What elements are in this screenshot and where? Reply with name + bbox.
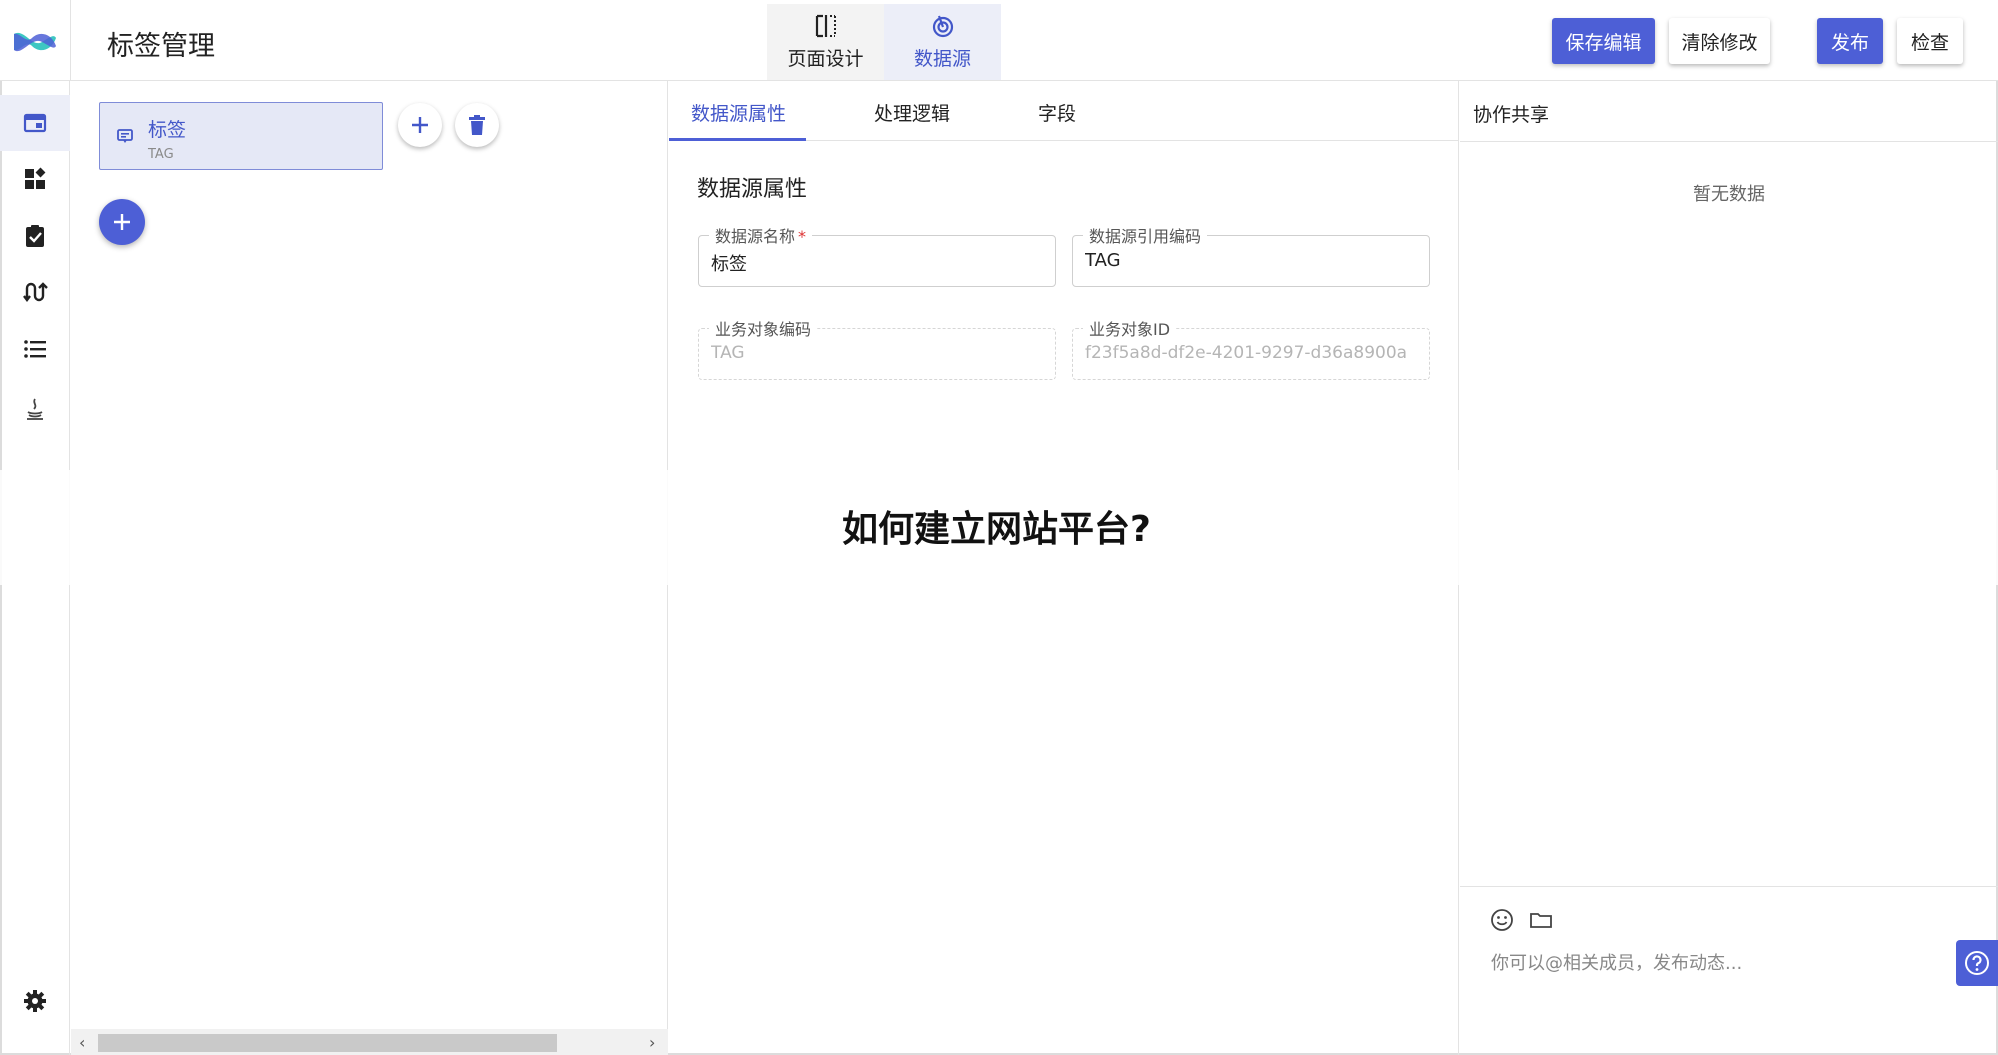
tab-fields[interactable]: 字段 bbox=[1038, 99, 1076, 126]
settings-button[interactable] bbox=[0, 973, 70, 1029]
scrollbar-thumb[interactable] bbox=[98, 1034, 557, 1052]
app-logo-icon[interactable] bbox=[12, 24, 58, 60]
scroll-right-icon[interactable]: › bbox=[649, 1033, 655, 1052]
biz-object-code-input: TAG bbox=[711, 343, 745, 363]
help-button[interactable] bbox=[1956, 940, 1998, 986]
check-button[interactable]: 检查 bbox=[1897, 18, 1963, 64]
trash-icon bbox=[469, 115, 485, 135]
field-label: 数据源引用编码 bbox=[1083, 223, 1208, 247]
top-bar: 标签管理 页面设计 数据源 保存编辑 清除修改 发布 检查 bbox=[0, 0, 1998, 81]
list-icon bbox=[24, 340, 46, 358]
datasource-item[interactable]: 标签 TAG bbox=[99, 102, 383, 170]
datasource-item-code: TAG bbox=[148, 147, 174, 162]
datasource-icon bbox=[932, 15, 953, 38]
add-datasource-button[interactable] bbox=[99, 199, 145, 245]
sidebar-item-list[interactable] bbox=[0, 321, 70, 377]
collab-title: 协作共享 bbox=[1473, 104, 1550, 126]
folder-icon[interactable] bbox=[1528, 907, 1554, 933]
scroll-left-icon[interactable]: ‹ bbox=[79, 1033, 85, 1052]
required-mark: * bbox=[798, 227, 807, 246]
delete-item-button[interactable] bbox=[455, 103, 499, 147]
horizontal-scrollbar[interactable]: ‹ › bbox=[71, 1029, 668, 1055]
split-view-icon bbox=[815, 14, 836, 38]
sidebar-item-page[interactable] bbox=[0, 95, 70, 151]
datasource-ref-code-input[interactable]: TAG bbox=[1085, 250, 1415, 271]
biz-object-code-field: 业务对象编码 TAG bbox=[698, 316, 1056, 380]
datasource-name-input[interactable]: 标签 bbox=[711, 250, 1041, 276]
tab-datasource[interactable]: 数据源 bbox=[884, 4, 1001, 80]
overlay-title: 如何建立网站平台? bbox=[842, 509, 1151, 550]
tab-datasource-properties[interactable]: 数据源属性 bbox=[691, 99, 786, 126]
divider bbox=[1460, 886, 1998, 887]
widgets-icon bbox=[25, 167, 46, 189]
tab-page-design-label: 页面设计 bbox=[787, 48, 864, 70]
divider bbox=[1460, 141, 1998, 142]
add-item-button[interactable] bbox=[398, 103, 442, 147]
emoji-icon[interactable] bbox=[1489, 907, 1515, 933]
tab-datasource-label: 数据源 bbox=[913, 48, 971, 70]
gear-icon bbox=[24, 990, 46, 1012]
sidebar-item-java[interactable] bbox=[0, 381, 70, 437]
java-icon bbox=[27, 398, 43, 420]
plus-icon bbox=[114, 214, 130, 230]
sidebar-item-tasks[interactable] bbox=[0, 208, 70, 264]
sidebar-item-flow[interactable] bbox=[0, 264, 70, 320]
field-label: 业务对象编码 bbox=[709, 316, 818, 340]
publish-button[interactable]: 发布 bbox=[1817, 18, 1883, 64]
save-edit-button[interactable]: 保存编辑 bbox=[1552, 18, 1655, 64]
flow-icon bbox=[23, 282, 48, 302]
biz-object-id-field: 业务对象ID f23f5a8d-df2e-4201-9297-d36a8900a bbox=[1072, 316, 1430, 380]
post-input[interactable]: 你可以@相关成员，发布动态... bbox=[1491, 949, 1742, 975]
datasource-name-field[interactable]: 数据源名称 * 标签 bbox=[698, 223, 1056, 287]
page-title: 标签管理 bbox=[107, 31, 215, 62]
page-icon bbox=[23, 113, 47, 133]
sidebar-item-widgets[interactable] bbox=[0, 151, 70, 207]
biz-object-id-input: f23f5a8d-df2e-4201-9297-d36a8900a bbox=[1085, 343, 1408, 363]
help-icon bbox=[1965, 951, 1989, 975]
active-tab-indicator bbox=[669, 138, 806, 141]
clipboard-check-icon bbox=[26, 225, 44, 247]
label-icon bbox=[117, 129, 133, 143]
tab-page-design[interactable]: 页面设计 bbox=[767, 4, 884, 80]
datasource-item-name: 标签 bbox=[148, 119, 187, 141]
detail-tabs: 数据源属性 处理逻辑 字段 bbox=[669, 81, 1459, 141]
field-label: 数据源名称 * bbox=[709, 223, 813, 247]
section-title: 数据源属性 bbox=[697, 177, 808, 202]
tab-processing-logic[interactable]: 处理逻辑 bbox=[874, 99, 950, 126]
empty-state: 暂无数据 bbox=[1693, 184, 1765, 205]
clear-changes-button[interactable]: 清除修改 bbox=[1669, 18, 1770, 64]
field-label: 业务对象ID bbox=[1083, 316, 1177, 340]
plus-icon bbox=[412, 117, 428, 133]
datasource-ref-code-field[interactable]: 数据源引用编码 TAG bbox=[1072, 223, 1430, 287]
top-divider bbox=[70, 0, 71, 81]
